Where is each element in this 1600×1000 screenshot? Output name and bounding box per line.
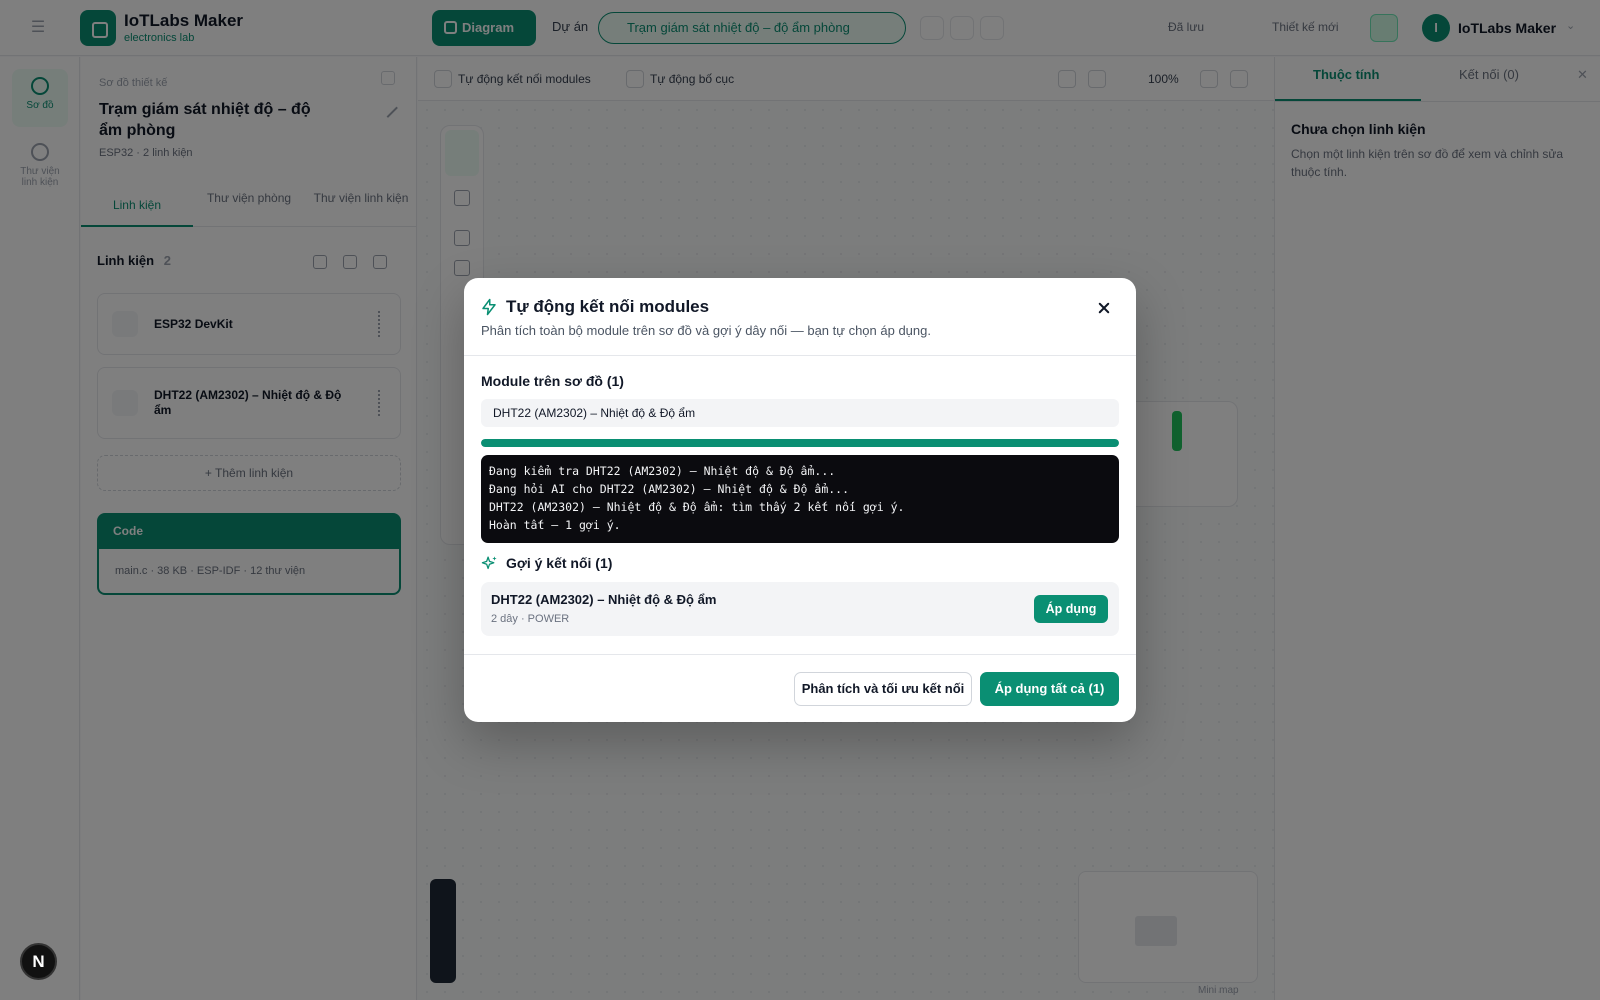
dialog-subtitle: Phân tích toàn bộ module trên sơ đồ và g… [481,323,931,338]
next-dev-badge[interactable]: N [20,943,57,980]
analyze-optimize-button[interactable]: Phân tích và tối ưu kết nối [794,672,972,706]
dialog-footer: Phân tích và tối ưu kết nối Áp dụng tất … [464,654,1136,722]
suggestion-name: DHT22 (AM2302) – Nhiệt độ & Độ ẩm [491,592,717,607]
close-icon[interactable] [1092,296,1116,320]
dialog-header: Tự động kết nối modules Phân tích toàn b… [464,278,1136,356]
progress-bar-fill [481,439,1119,447]
bolt-icon [482,298,496,316]
log-line: Đang kiểm tra DHT22 (AM2302) – Nhiệt độ … [489,464,836,478]
sparkles-icon [481,556,497,570]
auto-connect-dialog: Tự động kết nối modules Phân tích toàn b… [464,278,1136,722]
apply-all-button[interactable]: Áp dụng tất cả (1) [980,672,1119,706]
progress-bar [481,439,1119,447]
apply-button[interactable]: Áp dụng [1034,595,1108,623]
suggestions-heading: Gợi ý kết nối (1) [506,555,613,571]
log-line: Hoàn tất – 1 gợi ý. [489,518,621,532]
analysis-log: Đang kiểm tra DHT22 (AM2302) – Nhiệt độ … [481,455,1119,543]
log-line: Đang hỏi AI cho DHT22 (AM2302) – Nhiệt đ… [489,482,850,496]
suggestion-card: DHT22 (AM2302) – Nhiệt độ & Độ ẩm 2 dây … [481,582,1119,636]
modules-heading: Module trên sơ đồ (1) [481,373,624,389]
module-list-item: DHT22 (AM2302) – Nhiệt độ & Độ ẩm [481,399,1119,427]
suggestion-meta: 2 dây · POWER [491,613,570,625]
dialog-title: Tự động kết nối modules [506,297,710,316]
log-line: DHT22 (AM2302) – Nhiệt độ & Độ ẩm: tìm t… [489,500,905,514]
dialog-body: Module trên sơ đồ (1) DHT22 (AM2302) – N… [464,357,1136,636]
